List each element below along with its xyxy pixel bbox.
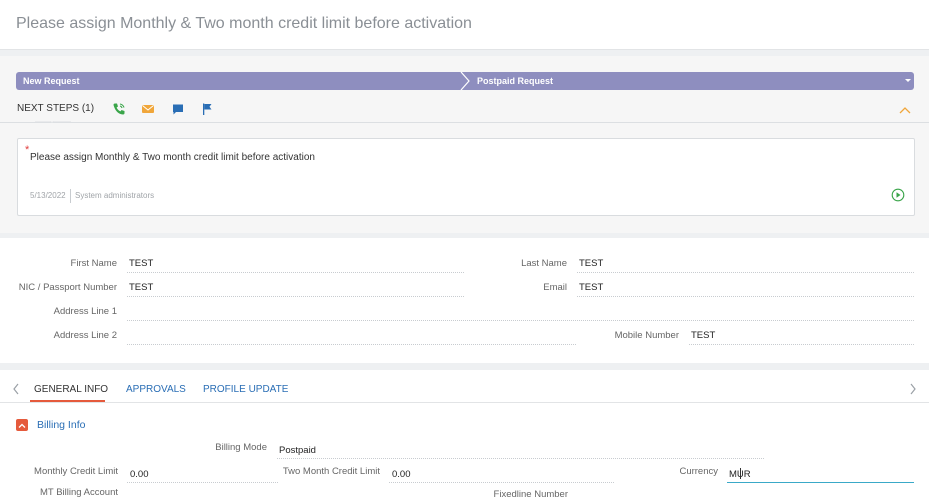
phone-icon[interactable] [112,102,126,116]
billing-mode-field[interactable]: Postpaid [279,445,316,456]
task-card: * Please assign Monthly & Two month cred… [17,138,915,216]
currency-label: Currency [679,466,718,477]
last-name-field[interactable]: TEST [579,258,603,269]
first-name-underline [127,272,464,273]
chat-icon[interactable] [171,102,185,116]
task-owner[interactable]: System administrators [75,191,154,200]
page-title: Please assign Monthly & Two month credit… [16,15,472,32]
tabs-section: GENERAL INFO APPROVALS PROFILE UPDATE Bi… [0,370,929,497]
flag-icon[interactable] [200,102,214,116]
last-name-label: Last Name [521,258,567,269]
billing-info-toggle[interactable] [16,419,28,431]
nic-underline [127,296,464,297]
billing-mode-label: Billing Mode [215,442,267,453]
tab-profile-update[interactable]: PROFILE UPDATE [203,384,288,395]
mobile-number-label: Mobile Number [614,330,679,341]
monthly-credit-limit-underline [127,482,278,483]
stage-separator-icon [460,72,470,90]
page-header: Please assign Monthly & Two month credit… [0,0,929,50]
collapse-icon [18,423,26,428]
tabs-scroll-left-icon[interactable] [12,383,20,395]
first-name-field[interactable]: TEST [129,258,153,269]
task-date: 5/13/2022 [30,191,66,200]
profile-section: First Name TEST Last Name TEST NIC / Pas… [0,238,929,363]
nic-label: NIC / Passport Number [18,282,117,293]
case-panel: New Request Postpaid Request NEXT STEPS … [0,56,929,233]
address-line-2-underline [127,344,576,345]
execute-task-icon[interactable] [891,188,905,202]
billing-mode-underline [277,458,764,459]
stage-new-request[interactable]: New Request [23,72,80,90]
monthly-credit-limit-field[interactable]: 0.00 [130,469,149,480]
two-month-credit-limit-label: Two Month Credit Limit [282,466,380,477]
email-underline [577,296,914,297]
first-name-label: First Name [70,258,117,269]
next-steps-bar: NEXT STEPS (1) [0,98,929,123]
email-field[interactable]: TEST [579,282,603,293]
task-divider [70,189,71,203]
active-tab-indicator [30,400,105,402]
address-line-2-label: Address Line 2 [53,330,117,341]
text-cursor [740,468,741,479]
stage-postpaid-request[interactable]: Postpaid Request [477,72,553,90]
fixedline-number-label: Fixedline Number [493,489,568,497]
nic-field[interactable]: TEST [129,282,153,293]
next-steps-label[interactable]: NEXT STEPS (1) [17,103,94,114]
last-name-underline [577,272,914,273]
tabs-bar: GENERAL INFO APPROVALS PROFILE UPDATE [0,370,929,403]
two-month-credit-limit-field[interactable]: 0.00 [392,469,411,480]
required-marker: * [25,144,30,156]
billing-info-title[interactable]: Billing Info [37,419,85,431]
email-icon[interactable] [141,102,155,116]
address-line-1-underline [127,320,914,321]
mt-billing-account-label: MT Billing Account [40,487,118,497]
monthly-credit-limit-label: Monthly Credit Limit [34,466,118,477]
email-label: Email [543,282,567,293]
address-line-1-label: Address Line 1 [53,306,117,317]
stage-menu-icon[interactable] [905,79,911,82]
collapse-chevron-icon[interactable] [899,106,911,114]
tabs-scroll-right-icon[interactable] [909,383,917,395]
next-steps-underline-icon [35,121,71,123]
stage-bar: New Request Postpaid Request [16,72,914,90]
task-text[interactable]: Please assign Monthly & Two month credit… [30,152,315,163]
tab-general-info[interactable]: GENERAL INFO [34,384,108,395]
tab-approvals[interactable]: APPROVALS [126,384,186,395]
mobile-number-underline [689,344,914,345]
currency-underline [727,482,914,483]
mobile-number-field[interactable]: TEST [691,330,715,341]
two-month-credit-limit-underline [389,482,614,483]
